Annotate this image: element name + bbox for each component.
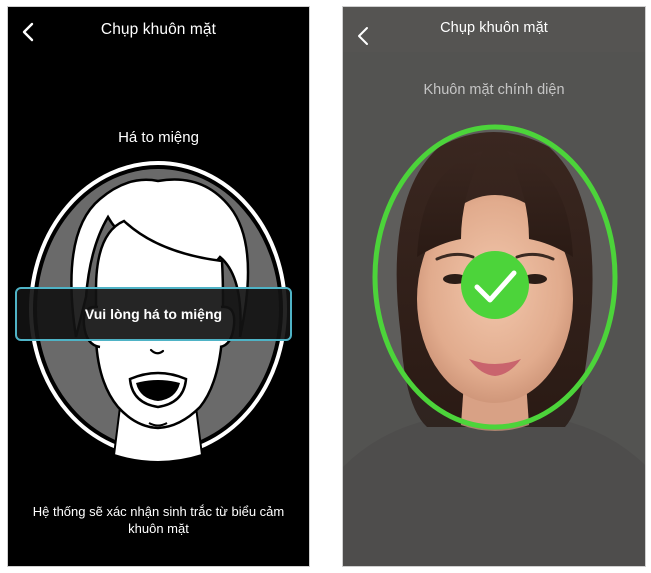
prompt-banner: Vui lòng há to miệng [15, 287, 292, 341]
face-capture-view [343, 52, 645, 566]
prompt-text: Vui lòng há to miệng [84, 306, 223, 322]
left-screen: Chụp khuôn mặt Há to miệng Vui lòng há t… [7, 6, 310, 567]
biometric-note: Hệ thống sẽ xác nhận sinh trắc từ biểu c… [32, 504, 285, 536]
right-screen: Chụp khuôn mặt Khuôn mặt chính diện [342, 6, 646, 567]
check-icon [461, 251, 529, 319]
